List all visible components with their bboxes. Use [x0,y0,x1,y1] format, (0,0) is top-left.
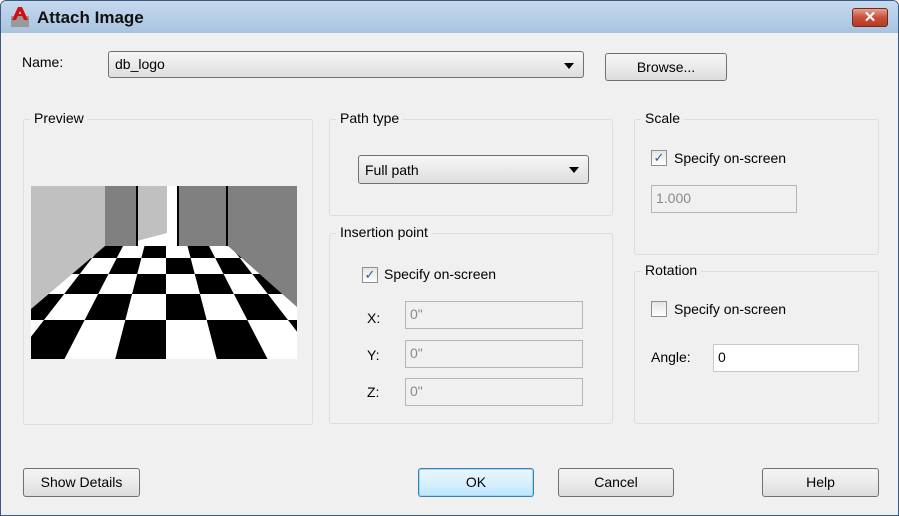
checkmark-icon: ✓ [653,150,665,165]
z-label: Z: [367,384,380,400]
autocad-logo-icon [11,7,29,27]
name-label: Name: [22,54,64,70]
wall-line [177,186,179,246]
insertion-specify-label: Specify on-screen [384,266,497,282]
chevron-down-icon [569,167,579,173]
insertion-point-label: Insertion point [336,224,432,240]
window-title: Attach Image [37,8,144,27]
name-value: db_logo [115,56,165,72]
path-type-value: Full path [365,162,419,178]
doorway [167,186,177,246]
wall-line [226,186,228,246]
attach-image-dialog: Attach Image ✕ Name: db_logo Browse... P… [0,0,899,516]
angle-field[interactable]: 0 [713,344,859,372]
preview-image [31,186,297,359]
z-field[interactable]: 0" [405,378,583,406]
ok-button[interactable]: OK [418,468,534,497]
x-field[interactable]: 0" [405,301,583,329]
cancel-button[interactable]: Cancel [558,468,674,497]
browse-button[interactable]: Browse... [605,53,727,81]
close-icon: ✕ [863,9,877,26]
rotation-specify-checkbox[interactable] [651,301,667,317]
scale-label: Scale [641,110,685,126]
y-field[interactable]: 0" [405,340,583,368]
floor-tile [166,246,191,258]
floor-tile [166,274,200,294]
chevron-down-icon [564,63,574,69]
insertion-specify-checkbox[interactable]: ✓ [362,267,378,283]
preview-label: Preview [30,110,88,126]
path-type-combo[interactable]: Full path [358,155,589,184]
scale-specify-label: Specify on-screen [674,150,787,166]
floor-tile [125,294,166,320]
x-label: X: [367,310,381,326]
rotation-specify-label: Specify on-screen [674,301,787,317]
close-button[interactable]: ✕ [852,8,888,27]
wall-line [136,186,138,246]
show-details-button[interactable]: Show Details [23,468,140,497]
checkmark-icon: ✓ [364,267,376,282]
y-label: Y: [367,347,380,363]
angle-label: Angle: [651,349,691,365]
scale-field[interactable]: 1.000 [651,185,797,213]
help-button[interactable]: Help [762,468,879,497]
title-bar: Attach Image ✕ [1,1,898,33]
path-type-label: Path type [336,110,404,126]
rotation-label: Rotation [641,262,702,278]
floor-tile [137,258,166,274]
scale-specify-checkbox[interactable]: ✓ [651,150,667,166]
name-combo[interactable]: db_logo [108,51,584,78]
